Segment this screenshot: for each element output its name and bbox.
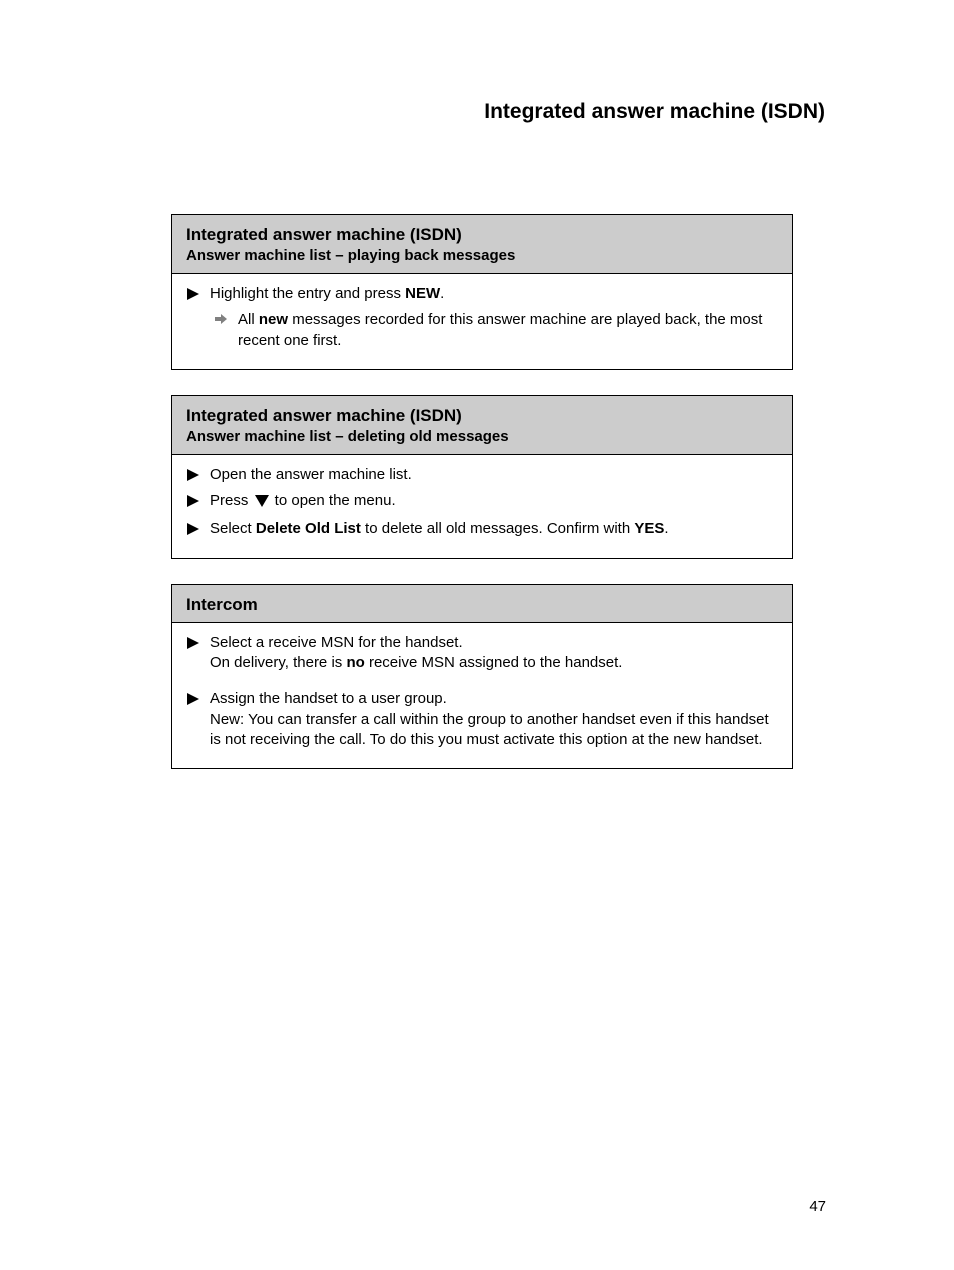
- section-header: Integrated answer machine (ISDN) Answer …: [172, 215, 792, 274]
- section-intercom: Intercom Select a receive MSN for the ha…: [171, 584, 793, 770]
- section-h1: Integrated answer machine (ISDN): [186, 405, 778, 426]
- step: Assign the handset to a user group. New:…: [186, 689, 778, 750]
- section-header: Integrated answer machine (ISDN) Answer …: [172, 396, 792, 455]
- section-h2: Answer machine list – deleting old messa…: [186, 428, 778, 447]
- text: All: [238, 311, 259, 328]
- page-number: 47: [809, 1198, 826, 1215]
- section-header: Intercom: [172, 585, 792, 623]
- section-am-delete: Integrated answer machine (ISDN) Answer …: [171, 395, 793, 559]
- section-body: Select a receive MSN for the handset. On…: [172, 623, 792, 768]
- result: All new messages recorded for this answe…: [214, 310, 778, 351]
- section-am-playback: Integrated answer machine (ISDN) Answer …: [171, 214, 793, 370]
- text: receive MSN assigned to the handset.: [365, 654, 623, 671]
- step: Open the answer machine list.: [186, 465, 778, 485]
- text: Confirm with: [547, 520, 635, 537]
- step-text: Press to open the menu.: [210, 491, 778, 513]
- section-h1: Intercom: [186, 594, 778, 615]
- text: Press: [210, 492, 253, 509]
- text-bold: new: [259, 311, 288, 328]
- step: Highlight the entry and press NEW.: [186, 284, 778, 304]
- step-text: Select a receive MSN for the handset. On…: [210, 633, 778, 674]
- play-arrow-icon: [186, 465, 200, 483]
- play-arrow-icon: [186, 519, 200, 537]
- text: to delete all old messages.: [361, 520, 543, 537]
- result-arrow-icon: [214, 310, 228, 324]
- text-bold: no: [346, 654, 364, 671]
- step: Press to open the menu.: [186, 491, 778, 513]
- menu-item-label: Delete Old List: [256, 520, 361, 537]
- play-arrow-icon: [186, 689, 200, 707]
- section-body: Highlight the entry and press NEW. All n…: [172, 274, 792, 369]
- text: New: You can transfer a call within the …: [210, 711, 769, 748]
- text: .: [664, 520, 668, 537]
- step-text: Assign the handset to a user group. New:…: [210, 689, 778, 750]
- text: Select: [210, 520, 256, 537]
- page-title: Integrated answer machine (ISDN): [115, 100, 849, 124]
- result-text: All new messages recorded for this answe…: [238, 310, 778, 351]
- play-arrow-icon: [186, 284, 200, 302]
- key-label: YES: [634, 520, 664, 537]
- text: Highlight the entry and press: [210, 285, 405, 302]
- step: Select a receive MSN for the handset. On…: [186, 633, 778, 674]
- text: to open the menu.: [271, 492, 396, 509]
- step-text: Highlight the entry and press NEW.: [210, 284, 778, 304]
- step-text: Open the answer machine list.: [210, 465, 778, 485]
- play-arrow-icon: [186, 491, 200, 509]
- section-h1: Integrated answer machine (ISDN): [186, 224, 778, 245]
- down-arrow-icon: [255, 493, 269, 513]
- section-h2: Answer machine list – playing back messa…: [186, 247, 778, 266]
- step-text: Select Delete Old List to delete all old…: [210, 519, 778, 539]
- text: Assign the handset to a user group.: [210, 690, 447, 707]
- text: .: [440, 285, 444, 302]
- text: messages recorded for this answer machin…: [238, 311, 762, 348]
- section-body: Open the answer machine list. Press to o…: [172, 455, 792, 558]
- text: On delivery, there is: [210, 654, 346, 671]
- step: Select Delete Old List to delete all old…: [186, 519, 778, 539]
- play-arrow-icon: [186, 633, 200, 651]
- key-label: NEW: [405, 285, 440, 302]
- text: Select a receive MSN for the handset.: [210, 634, 463, 651]
